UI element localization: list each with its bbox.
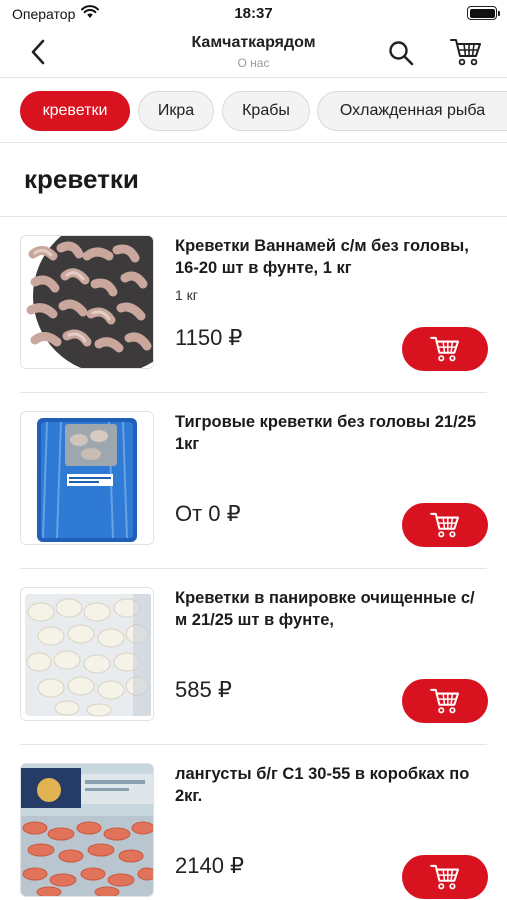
product-image-vannamei[interactable] bbox=[20, 235, 154, 369]
battery-icon bbox=[467, 6, 500, 20]
product-row[interactable]: Креветки Ваннамей с/м без головы, 16-20 … bbox=[0, 217, 507, 393]
cart-icon bbox=[430, 864, 460, 890]
product-name[interactable]: Креветки в панировке очищенные с/м 21/25… bbox=[175, 587, 485, 631]
product-image-tiger-shrimp[interactable] bbox=[20, 411, 154, 545]
product-row[interactable]: Тигровые креветки без головы 21/25 1кг О… bbox=[0, 393, 507, 569]
search-button[interactable] bbox=[386, 38, 416, 68]
product-price: 1150 ₽ bbox=[175, 325, 243, 350]
product-price: 585 ₽ bbox=[175, 677, 232, 702]
product-row[interactable]: лангусты б/г С1 30-55 в коробках по 2кг.… bbox=[0, 745, 507, 900]
cart-button[interactable] bbox=[448, 36, 484, 68]
status-time: 18:37 bbox=[234, 5, 273, 22]
product-price: От 0 ₽ bbox=[175, 501, 241, 526]
nav-bar: Камчаткарядом О нас bbox=[0, 28, 507, 78]
add-to-cart-button[interactable] bbox=[402, 679, 488, 723]
cart-icon bbox=[450, 39, 481, 66]
chip-caviar[interactable]: Икра bbox=[138, 91, 214, 131]
cart-icon bbox=[430, 688, 460, 714]
status-bar: Оператор 18:37 bbox=[0, 0, 507, 28]
product-name[interactable]: Тигровые креветки без головы 21/25 1кг bbox=[175, 411, 485, 455]
product-row[interactable]: Креветки в панировке очищенные с/м 21/25… bbox=[0, 569, 507, 745]
about-link[interactable]: О нас bbox=[120, 56, 387, 70]
cart-icon bbox=[430, 336, 460, 362]
cart-icon bbox=[430, 512, 460, 538]
product-name[interactable]: лангусты б/г С1 30-55 в коробках по 2кг. bbox=[175, 763, 485, 807]
chip-crabs[interactable]: Крабы bbox=[222, 91, 310, 131]
chip-shrimp[interactable]: креветки bbox=[20, 91, 130, 131]
page-title: Камчаткарядом bbox=[191, 34, 316, 51]
product-image-langoustines[interactable] bbox=[20, 763, 154, 897]
add-to-cart-button[interactable] bbox=[402, 855, 488, 899]
back-chevron-icon bbox=[31, 39, 45, 65]
product-weight: 1 кг bbox=[175, 287, 198, 303]
search-icon bbox=[389, 41, 414, 66]
chip-chilled-fish[interactable]: Охлажденная рыба bbox=[317, 91, 507, 131]
add-to-cart-button[interactable] bbox=[402, 327, 488, 371]
section-title: креветки bbox=[24, 164, 139, 194]
add-to-cart-button[interactable] bbox=[402, 503, 488, 547]
back-button[interactable] bbox=[24, 38, 52, 66]
category-chips: креветки Икра Крабы Охлажденная рыба bbox=[0, 79, 507, 143]
product-image-breaded-shrimp[interactable] bbox=[20, 587, 154, 721]
product-price: 2140 ₽ bbox=[175, 853, 245, 878]
nav-title-block: Камчаткарядом О нас bbox=[120, 34, 387, 70]
product-name[interactable]: Креветки Ваннамей с/м без головы, 16-20 … bbox=[175, 235, 485, 279]
